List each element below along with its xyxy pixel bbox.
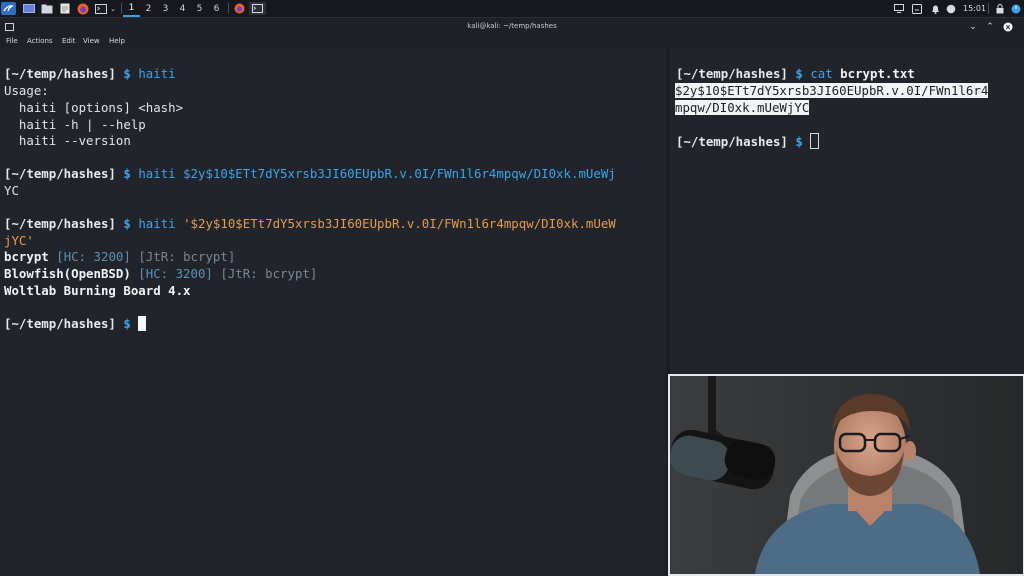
workspace-6[interactable]: 6 (208, 0, 225, 17)
command-text: haiti $2y$10$ETt7dY5xrsb3JI60EUpbR.v.0I/… (138, 166, 616, 181)
prompt-line: [~/temp/hashes] $ haiti $2y$10$ETt7dY5xr… (4, 166, 616, 183)
lock-icon[interactable] (994, 2, 1006, 15)
prompt-line: [~/temp/hashes] $ (4, 316, 147, 333)
result-name: Blowfish(OpenBSD) (4, 266, 131, 281)
text-cursor (138, 316, 147, 331)
panel-separator (121, 3, 122, 14)
logout-icon[interactable] (1010, 2, 1022, 15)
prompt-path: [~/temp/hashes] (676, 134, 788, 149)
power-icon[interactable] (945, 2, 957, 15)
panel-separator (228, 3, 229, 14)
prompt-path: [~/temp/hashes] (4, 66, 116, 81)
menu-file[interactable]: File (6, 34, 18, 49)
menu-view[interactable]: View (83, 34, 100, 49)
prompt-path: [~/temp/hashes] (4, 166, 116, 181)
prompt-path: [~/temp/hashes] (4, 216, 116, 231)
kali-menu-icon[interactable] (1, 2, 16, 15)
menu-help[interactable]: Help (109, 34, 125, 49)
result-line: Woltlab Burning Board 4.x (4, 283, 191, 300)
panel-separator (988, 3, 989, 14)
workspace-2[interactable]: 2 (140, 0, 157, 17)
menu-bar: File Actions Edit View Help (0, 34, 1024, 49)
output-line: $2y$10$ETt7dY5xrsb3JI60EUpbR.v.0I/FWn1l6… (675, 83, 989, 100)
webcam-overlay (668, 374, 1024, 576)
command-text: cat (810, 66, 833, 81)
prompt-symbol: $ (795, 134, 803, 149)
output-line: mpqw/DI0xk.mUeWjYC (675, 100, 810, 117)
result-name: Woltlab Burning Board 4.x (4, 283, 191, 298)
prompt-path: [~/temp/hashes] (4, 316, 116, 331)
file-manager-icon[interactable] (40, 2, 54, 15)
notification-bell-icon[interactable] (929, 2, 941, 15)
prompt-symbol: $ (123, 166, 131, 181)
clock[interactable]: 15:01 (963, 0, 986, 17)
chevron-down-icon[interactable]: ⌄ (109, 2, 117, 15)
command-wrap-line: YC (4, 183, 19, 198)
maximize-icon[interactable]: ⌃ (985, 20, 995, 33)
terminal-pane-right[interactable]: [~/temp/hashes] $ cat bcrypt.txt $2y$10$… (671, 49, 1024, 375)
selected-text[interactable]: $2y$10$ETt7dY5xrsb3JI60EUpbR.v.0I/FWn1l6… (675, 83, 989, 98)
result-line: bcrypt [HC: 3200] [JtR: bcrypt] (4, 249, 235, 266)
output-line: haiti [options] <hash> (4, 100, 184, 115)
text-editor-icon[interactable] (59, 2, 71, 15)
result-line: Blowfish(OpenBSD) [HC: 3200] [JtR: bcryp… (4, 266, 317, 283)
output-line: Usage: (4, 83, 49, 98)
command-arg: bcrypt.txt (840, 66, 915, 81)
command-text: haiti (138, 66, 176, 81)
close-icon[interactable] (1002, 20, 1013, 33)
menu-actions[interactable]: Actions (27, 34, 53, 49)
workspace-4[interactable]: 4 (174, 0, 191, 17)
terminal-icon[interactable] (94, 2, 108, 15)
result-hashcat: [HC: 3200] (56, 249, 131, 264)
prompt-line: [~/temp/hashes] $ (676, 133, 820, 151)
prompt-symbol: $ (795, 66, 803, 81)
prompt-line: [~/temp/hashes] $ haiti '$2y$10$ETt7dY5x… (4, 216, 616, 233)
result-hashcat: [HC: 3200] (138, 266, 213, 281)
menu-edit[interactable]: Edit (62, 34, 76, 49)
command-text: haiti (138, 216, 184, 231)
terminal-task-icon[interactable] (249, 2, 266, 15)
result-john: [JtR: bcrypt] (138, 249, 236, 264)
top-panel: ⌄ 1 2 3 4 5 6 15:01 (0, 0, 1024, 18)
workspace-1[interactable]: 1 (123, 0, 140, 17)
result-john: [JtR: bcrypt] (220, 266, 318, 281)
selected-text[interactable]: mpqw/DI0xk.mUeWjYC (675, 100, 810, 115)
command-wrap-line: jYC' (4, 233, 34, 248)
minimize-icon[interactable]: ⌄ (968, 20, 978, 33)
firefox-icon[interactable] (76, 2, 90, 15)
prompt-symbol: $ (123, 316, 131, 331)
display-icon[interactable] (893, 2, 905, 15)
firefox-task-icon[interactable] (233, 2, 246, 15)
result-name: bcrypt (4, 249, 49, 264)
prompt-line: [~/temp/hashes] $ haiti (4, 66, 176, 83)
workspace-3[interactable]: 3 (157, 0, 174, 17)
terminal-pane-left[interactable]: [~/temp/hashes] $ haiti Usage: haiti [op… (0, 49, 665, 575)
prompt-symbol: $ (123, 66, 131, 81)
workspace-5[interactable]: 5 (191, 0, 208, 17)
prompt-path: [~/temp/hashes] (676, 66, 788, 81)
desktop-icon[interactable] (22, 2, 36, 15)
prompt-symbol: $ (123, 216, 131, 231)
command-string-arg: '$2y$10$ETt7dY5xrsb3JI60EUpbR.v.0I/FWn1l… (183, 216, 616, 231)
network-icon[interactable] (911, 2, 923, 15)
output-line: haiti -h | --help (4, 117, 146, 132)
prompt-line: [~/temp/hashes] $ cat bcrypt.txt (676, 66, 915, 83)
text-cursor (810, 133, 820, 149)
window-title: kali@kali: ~/temp/hashes (467, 22, 557, 30)
output-line: haiti --version (4, 133, 131, 148)
webcam-video-image (670, 376, 1023, 574)
window-titlebar[interactable]: kali@kali: ~/temp/hashes ⌄ ⌃ (0, 18, 1024, 34)
